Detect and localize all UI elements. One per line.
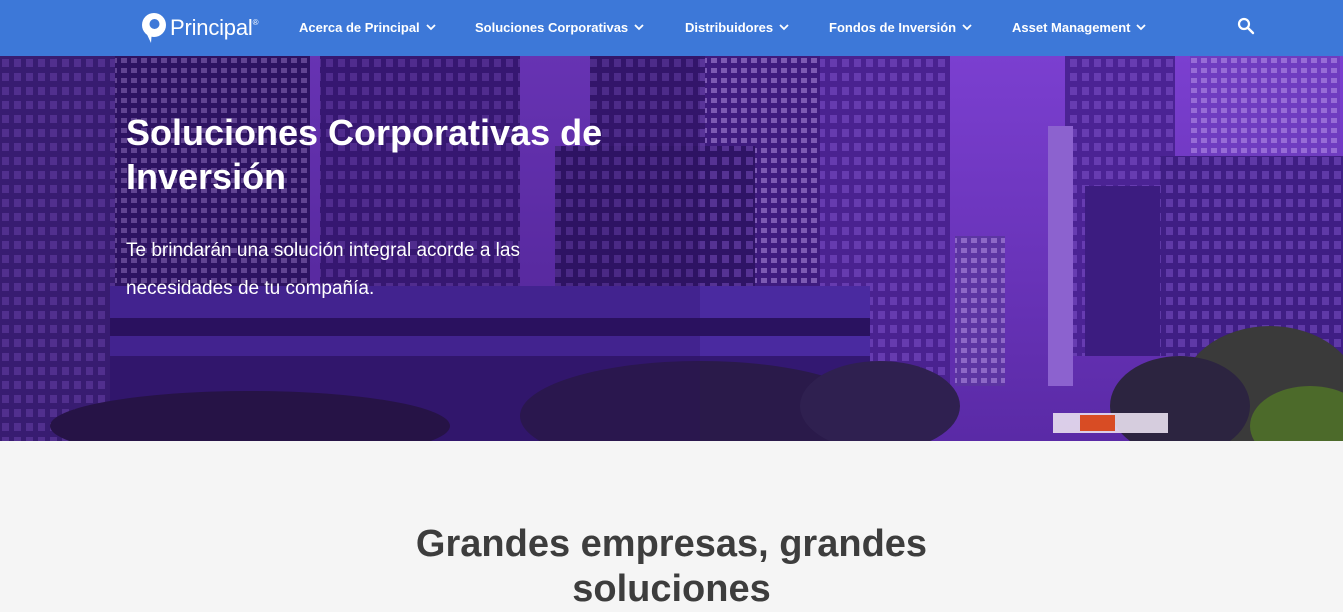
- hero-title: Soluciones Corporativas de Inversión: [126, 112, 603, 197]
- chevron-down-icon: [426, 23, 436, 30]
- top-navigation-bar: Principal ® Acerca de Principal Solucione…: [0, 0, 1343, 56]
- principal-logo[interactable]: Principal ®: [141, 11, 258, 45]
- section-title-text: Grandes empresas, grandes soluciones: [415, 523, 928, 610]
- hero-banner: Soluciones Corporativas de Inversión Te …: [0, 56, 1343, 441]
- nav-label: Asset Management: [1012, 19, 1131, 35]
- principal-logo-icon: [142, 13, 166, 43]
- hero-subtitle: Te brindarán una solución integral acord…: [126, 240, 520, 299]
- nav-item-distribuidores[interactable]: Distribuidores: [685, 17, 789, 37]
- nav-label: Distribuidores: [685, 19, 774, 35]
- nav-item-acerca-de-principal[interactable]: Acerca de Principal: [299, 17, 436, 37]
- chevron-down-icon: [779, 23, 789, 30]
- nav-label: Fondos de Inversión: [829, 19, 957, 35]
- nav-label: Soluciones Corporativas: [475, 19, 629, 35]
- search-icon[interactable]: [1237, 17, 1255, 35]
- section-title: Grandes empresas, grandes soluciones: [0, 522, 1343, 612]
- nav-label: Acerca de Principal: [299, 19, 420, 35]
- chevron-down-icon: [962, 23, 972, 30]
- chevron-down-icon: [1136, 23, 1147, 30]
- nav-item-soluciones-corporativas[interactable]: Soluciones Corporativas: [475, 17, 644, 37]
- nav-item-fondos-de-inversion[interactable]: Fondos de Inversión: [829, 17, 972, 37]
- chevron-down-icon: [634, 23, 644, 30]
- registered-mark: ®: [252, 17, 259, 27]
- nav-item-asset-management[interactable]: Asset Management: [1012, 17, 1147, 37]
- brand-name: Principal: [170, 15, 253, 40]
